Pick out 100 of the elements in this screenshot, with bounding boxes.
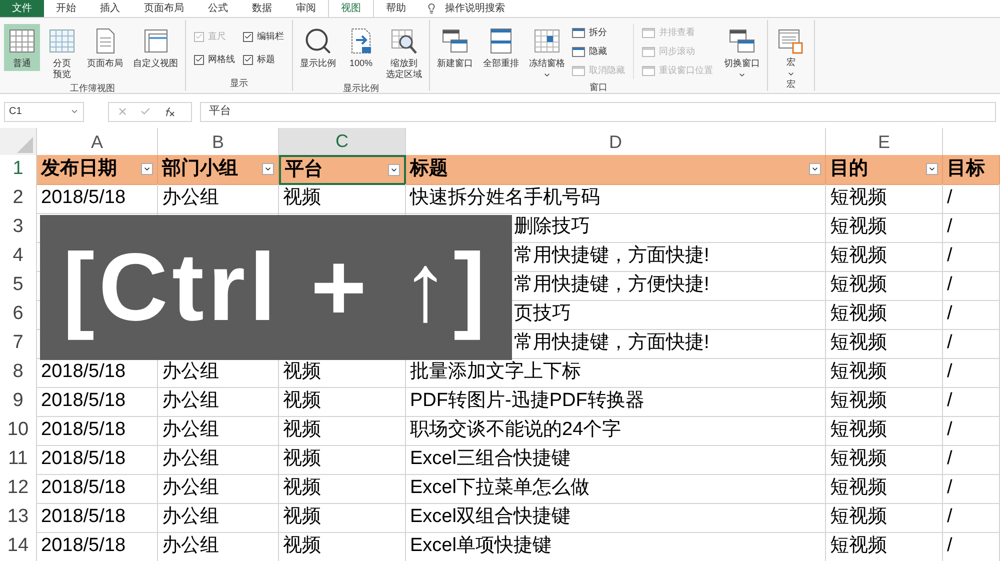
tell-me-search[interactable]: 操作说明搜索 xyxy=(445,1,505,16)
row-number: 10 xyxy=(0,416,37,446)
row-number: 5 xyxy=(0,271,37,300)
filter-button[interactable] xyxy=(809,163,821,176)
header-cell[interactable]: 发布日期 xyxy=(37,155,158,184)
table-cell: / xyxy=(943,474,1000,504)
checkbox[interactable] xyxy=(194,54,204,64)
table-cell: 办公组 xyxy=(158,184,279,214)
table-cell: 2018/5/18 xyxy=(37,474,158,504)
checkbox-row[interactable]: 网格线 xyxy=(194,51,235,68)
check-icon xyxy=(244,32,252,41)
table-cell: 2018/5/18 xyxy=(37,387,158,416)
table-cell: 短视频 xyxy=(826,532,943,561)
filter-button[interactable] xyxy=(141,163,153,176)
ribbon-tab[interactable]: 插入 xyxy=(88,0,132,17)
ribbon-button[interactable]: 全部重排 xyxy=(480,24,522,71)
row-number: 9 xyxy=(0,387,37,416)
table-cell: 职场交谈不能说的24个字 xyxy=(406,416,826,446)
table-cell: 短视频 xyxy=(826,184,943,214)
table-cell: 短视频 xyxy=(826,213,943,242)
enter-icon[interactable] xyxy=(140,106,151,117)
group-label: 宏 xyxy=(786,78,796,90)
table-cell: Excel双组合快捷键 xyxy=(406,503,826,532)
table-cell: / xyxy=(943,184,1000,214)
table-cell: 办公组 xyxy=(158,416,279,446)
ribbon-tab[interactable]: 视图 xyxy=(328,0,374,17)
pane-icon xyxy=(572,28,585,38)
pages-icon xyxy=(642,66,655,76)
header-cell[interactable]: 部门小组 xyxy=(158,155,279,184)
function-icon[interactable] xyxy=(163,106,175,116)
pages-icon xyxy=(642,46,655,56)
row-number: 2 xyxy=(0,184,37,214)
row-number: 7 xyxy=(0,329,37,358)
table-cell: 短视频 xyxy=(826,416,943,446)
ribbon-tab[interactable]: 公式 xyxy=(196,0,240,17)
table-cell: / xyxy=(943,532,1000,561)
ribbon-button[interactable]: 普通 xyxy=(4,24,40,71)
table-cell: 办公组 xyxy=(158,474,279,504)
header-cell[interactable]: 目的 xyxy=(826,155,943,184)
table-cell: / xyxy=(943,503,1000,532)
table-cell: / xyxy=(943,242,1000,272)
filter-button[interactable] xyxy=(388,164,400,176)
header-cell[interactable]: 目标 xyxy=(943,155,1000,184)
row-number: 12 xyxy=(0,474,37,504)
ribbon-small-button[interactable]: 隐藏 xyxy=(572,43,625,60)
column-header[interactable]: C xyxy=(279,128,406,157)
table-cell: 视频 xyxy=(279,532,406,561)
checkbox[interactable] xyxy=(243,32,253,42)
row-number: 8 xyxy=(0,358,37,388)
checkbox[interactable] xyxy=(243,54,253,64)
table-cell: 短视频 xyxy=(826,358,943,388)
ribbon-button[interactable]: 分页 预览 xyxy=(44,24,80,82)
ribbon-button[interactable]: 冻结窗格 xyxy=(526,24,568,81)
table-cell: 办公组 xyxy=(158,387,279,416)
ribbon-button[interactable]: 新建窗口 xyxy=(434,24,476,71)
table-cell: 2018/5/18 xyxy=(37,416,158,446)
cancel-icon[interactable] xyxy=(117,106,128,117)
ribbon-button[interactable]: 页面布局 xyxy=(84,24,126,71)
table-cell: 2018/5/18 xyxy=(37,532,158,561)
header-cell[interactable]: 标题 xyxy=(406,155,826,184)
ribbon-button[interactable]: 自定义视图 xyxy=(130,24,181,71)
ribbon-tab[interactable]: 文件 xyxy=(0,0,44,17)
pane-icon xyxy=(572,66,585,76)
triangle-icon xyxy=(17,137,33,153)
table-cell: / xyxy=(943,387,1000,416)
table-cell: 2018/5/18 xyxy=(37,445,158,474)
table-cell: Excel单项快捷键 xyxy=(406,532,826,561)
row-number: 11 xyxy=(0,445,37,474)
ribbon-tab[interactable]: 帮助 xyxy=(374,0,418,17)
caret-icon xyxy=(70,107,79,116)
checkbox-row[interactable]: 编辑栏 xyxy=(243,28,284,45)
filter-button[interactable] xyxy=(926,163,938,176)
table-cell: 短视频 xyxy=(826,387,943,416)
ribbon-tab[interactable]: 审阅 xyxy=(284,0,328,17)
table-cell: / xyxy=(943,445,1000,474)
table-cell: 短视频 xyxy=(826,300,943,330)
table-cell: 办公组 xyxy=(158,445,279,474)
table-cell: 2018/5/18 xyxy=(37,184,158,214)
group-label: 显示 xyxy=(229,77,249,90)
macros-button[interactable]: 宏 xyxy=(772,24,810,78)
header-cell[interactable]: 平台 xyxy=(279,155,406,184)
group-label: 显示比例 xyxy=(342,82,380,95)
filter-button[interactable] xyxy=(262,163,274,176)
ribbon-button[interactable]: 显示比例 xyxy=(297,24,339,71)
shortcut-overlay: [Ctrl + ↑] xyxy=(40,215,512,360)
formula-field[interactable]: 平台 xyxy=(200,102,996,122)
ribbon-tab[interactable]: 数据 xyxy=(240,0,284,17)
ribbon-button[interactable]: 缩放到 选定区域 xyxy=(383,24,425,82)
ribbon-small-button[interactable]: 拆分 xyxy=(572,24,625,41)
ribbon-tab[interactable]: 开始 xyxy=(44,0,88,17)
name-box[interactable]: C1 xyxy=(4,102,84,122)
table-cell: / xyxy=(943,358,1000,388)
pane-icon xyxy=(572,46,585,56)
checkbox-row[interactable]: 标题 xyxy=(243,51,284,68)
ribbon-button[interactable]: 切换窗口 xyxy=(721,24,763,81)
table-cell: 视频 xyxy=(279,184,406,214)
ribbon-tab[interactable]: 页面布局 xyxy=(132,0,196,17)
ribbon-button[interactable]: 100% xyxy=(343,24,379,71)
group-label: 工作簿视图 xyxy=(69,82,116,95)
table-cell: 办公组 xyxy=(158,503,279,532)
